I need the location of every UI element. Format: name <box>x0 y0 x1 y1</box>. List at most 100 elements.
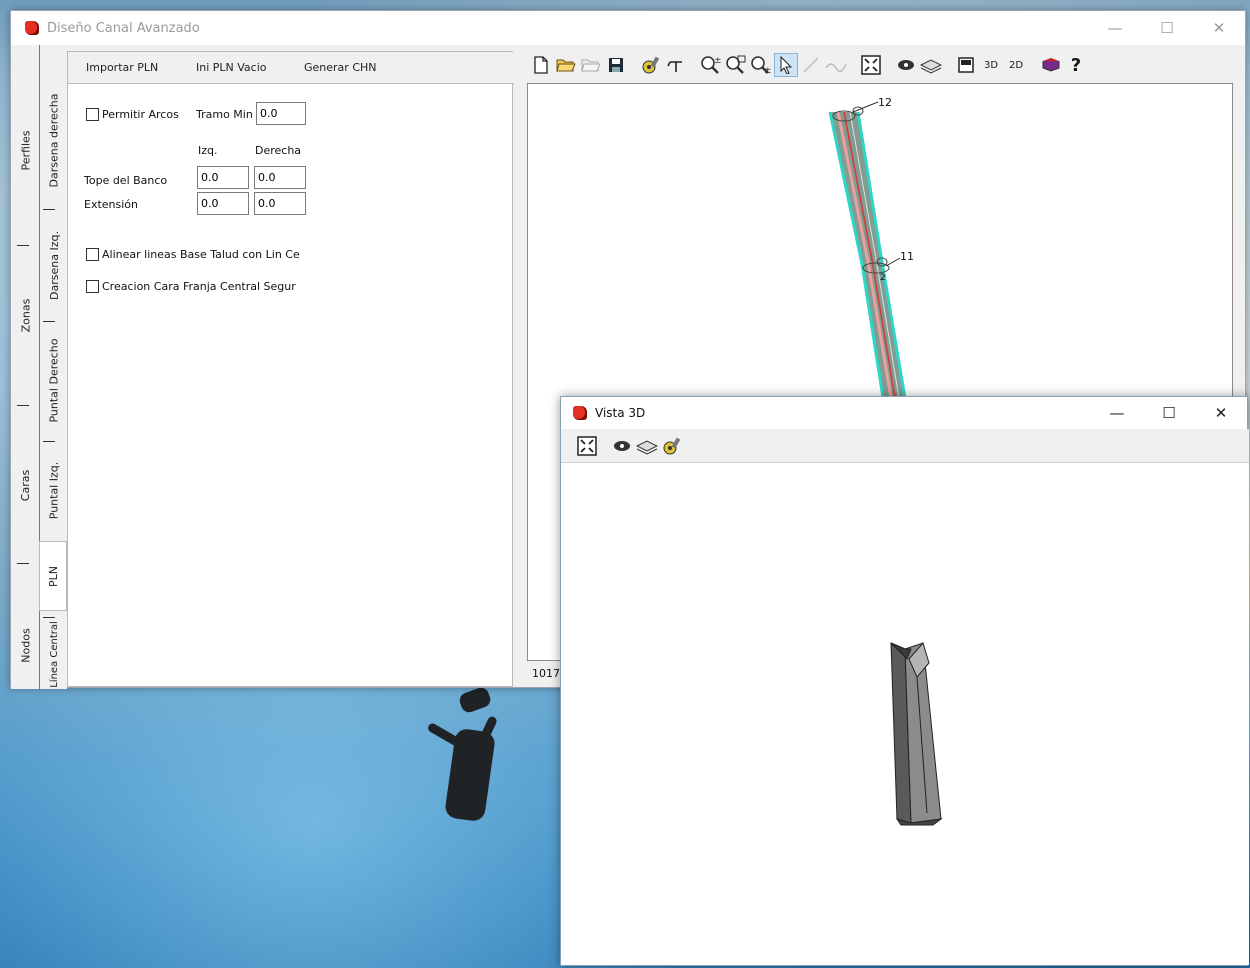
tab-darsena-derecha[interactable]: Darsena derecha <box>41 75 67 205</box>
help-icon[interactable]: ? <box>1064 53 1088 77</box>
tab-separator <box>43 617 55 618</box>
settings-gear-icon[interactable] <box>660 434 684 458</box>
fit-extents-icon[interactable] <box>859 53 883 77</box>
tab-perfiles[interactable]: Perfiles <box>13 95 39 205</box>
derecha-column-header: Derecha <box>255 144 302 157</box>
ext-izq-input[interactable] <box>197 192 249 215</box>
node-label-2: 2 <box>880 273 886 283</box>
tab-linea-central[interactable]: Línea Central <box>41 620 67 688</box>
checkbox-box[interactable] <box>86 108 99 121</box>
tab-zonas[interactable]: Zonas <box>13 275 39 355</box>
vista-3d-toolbar <box>561 429 1249 463</box>
alinear-checkbox[interactable]: Alinear lineas Base Talud con Lin Ce <box>86 248 300 261</box>
svg-text:±: ± <box>764 66 772 75</box>
app-logo-icon <box>25 21 39 35</box>
settings-gear-icon[interactable] <box>639 53 663 77</box>
top-tab-bar: Importar PLN Ini PLN Vacio Generar CHN <box>68 52 514 84</box>
curve-disabled-icon <box>824 53 848 77</box>
tab-separator <box>43 441 55 442</box>
checkbox-label: Creacion Cara Franja Central Segur <box>102 280 296 293</box>
tab-separator <box>43 321 55 322</box>
window-title: Diseño Canal Avanzado <box>47 20 200 36</box>
canal-3d-model <box>890 641 943 826</box>
tab-label: Caras <box>19 469 33 501</box>
3d-viewport[interactable] <box>561 463 1249 965</box>
tab-label: Darsena derecha <box>47 93 61 187</box>
fit-extents-icon[interactable] <box>575 434 599 458</box>
section-icon[interactable] <box>664 53 688 77</box>
minimize-button[interactable]: — <box>1091 397 1143 429</box>
tab-caras[interactable]: Caras <box>13 435 39 535</box>
tab-separator <box>17 405 29 406</box>
checkbox-box[interactable] <box>86 280 99 293</box>
creacion-cara-checkbox[interactable]: Creacion Cara Franja Central Segur <box>86 280 296 293</box>
tab-ini-pln-vacio[interactable]: Ini PLN Vacio <box>196 61 267 74</box>
tab-puntal-derecho[interactable]: Puntal Derecho <box>41 325 67 435</box>
tab-label: Perfiles <box>19 129 33 171</box>
zoom-in-icon[interactable]: ± <box>699 53 723 77</box>
render-icon[interactable] <box>894 53 918 77</box>
main-toolbar: ± ± 3D 2D ? <box>515 48 1237 82</box>
tab-label: Puntal Izq. <box>47 461 61 519</box>
pln-panel: Importar PLN Ini PLN Vacio Generar CHN P… <box>67 51 514 687</box>
checkbox-box[interactable] <box>86 248 99 261</box>
tramo-min-input[interactable] <box>256 102 306 125</box>
tope-banco-label: Tope del Banco <box>84 174 168 187</box>
permitir-arcos-checkbox[interactable]: Permitir Arcos <box>86 108 179 121</box>
tab-label: PLN <box>46 565 60 587</box>
close-button[interactable]: ✕ <box>1195 397 1247 429</box>
tab-importar-pln[interactable]: Importar PLN <box>86 61 158 74</box>
tab-separator <box>17 245 29 246</box>
panel-icon[interactable] <box>954 53 978 77</box>
node-label-11: 11 <box>900 250 914 263</box>
vista-3d-window: Vista 3D — ☐ ✕ <box>560 396 1249 966</box>
layers-icon[interactable] <box>635 434 659 458</box>
vista-3d-titlebar[interactable]: Vista 3D — ☐ ✕ <box>561 397 1247 429</box>
tramo-min-label: Tramo Min <box>196 108 253 121</box>
checkbox-label: Alinear lineas Base Talud con Lin Ce <box>102 248 300 261</box>
tab-generar-chn[interactable]: Generar CHN <box>304 61 377 74</box>
tab-separator <box>17 563 29 564</box>
minimize-button[interactable]: — <box>1089 11 1141 45</box>
tab-label: Línea Central <box>48 620 60 688</box>
tab-label: Zonas <box>19 298 33 332</box>
tab-label: Puntal Derecho <box>47 337 61 423</box>
tab-separator <box>43 209 55 210</box>
open-folder-disabled-icon <box>579 53 603 77</box>
node-leader <box>885 257 901 267</box>
2d-icon[interactable]: 2D <box>1004 53 1028 77</box>
close-button[interactable]: ✕ <box>1193 11 1245 45</box>
render-icon[interactable] <box>610 434 634 458</box>
book-icon[interactable] <box>1039 53 1063 77</box>
izq-column-header: Izq. <box>198 144 218 157</box>
zoom-window-icon[interactable] <box>724 53 748 77</box>
layers-icon[interactable] <box>919 53 943 77</box>
tope-der-input[interactable] <box>254 166 306 189</box>
select-pointer-icon[interactable] <box>774 53 798 77</box>
node-label-12: 12 <box>878 96 892 109</box>
app-logo-icon <box>573 406 587 420</box>
tab-label: Darsena Izq. <box>47 230 61 300</box>
vista-3d-title: Vista 3D <box>595 406 646 420</box>
extension-label: Extensión <box>84 198 139 211</box>
tab-puntal-izq[interactable]: Puntal Izq. <box>41 445 67 535</box>
open-folder-icon[interactable] <box>554 53 578 77</box>
vertical-tab-strip: Perfiles Darsena derecha Darsena Izq. Zo… <box>11 45 67 689</box>
ext-der-input[interactable] <box>254 192 306 215</box>
zoom-out-icon[interactable]: ± <box>749 53 773 77</box>
tab-darsena-izq[interactable]: Darsena Izq. <box>41 215 67 315</box>
checkbox-label: Permitir Arcos <box>102 108 179 121</box>
tab-nodos[interactable]: Nodos <box>13 605 39 685</box>
line-disabled-icon <box>799 53 823 77</box>
3d-icon[interactable]: 3D <box>979 53 1003 77</box>
tope-izq-input[interactable] <box>197 166 249 189</box>
tab-pln[interactable]: PLN <box>39 541 67 611</box>
svg-text:±: ± <box>714 56 722 66</box>
save-icon[interactable] <box>604 53 628 77</box>
main-titlebar[interactable]: Diseño Canal Avanzado — ☐ ✕ <box>11 11 1245 45</box>
tab-label: Nodos <box>19 627 33 663</box>
maximize-button[interactable]: ☐ <box>1141 11 1193 45</box>
new-file-icon[interactable] <box>529 53 553 77</box>
maximize-button[interactable]: ☐ <box>1143 397 1195 429</box>
coordinate-readout: 1017 <box>532 667 560 680</box>
